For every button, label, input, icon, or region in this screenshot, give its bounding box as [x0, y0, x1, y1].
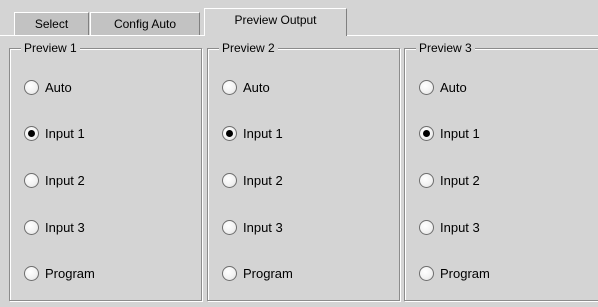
radio-label: Input 3	[243, 219, 283, 235]
radio-label: Input 2	[440, 172, 480, 188]
radio-label: Input 3	[45, 219, 85, 235]
radio-button[interactable]	[222, 265, 237, 281]
radio-button[interactable]	[419, 219, 434, 235]
preview-3-option-input-1[interactable]: Input 1	[419, 123, 480, 143]
preview-2-group: Preview 2 Auto Input 1 Input 2 Input 3 P…	[207, 41, 400, 301]
preview-1-option-input-2[interactable]: Input 2	[24, 170, 85, 190]
preview-1-option-input-1[interactable]: Input 1	[24, 123, 85, 143]
radio-label: Input 2	[243, 172, 283, 188]
group-title: Preview 1	[21, 41, 80, 55]
preview-1-group: Preview 1 Auto Input 1 Input 2 Input 3 P…	[9, 41, 202, 301]
radio-label: Program	[243, 265, 293, 281]
radio-button[interactable]	[24, 172, 39, 188]
radio-button[interactable]	[24, 265, 39, 281]
tab-preview-output[interactable]: Preview Output	[204, 8, 347, 36]
radio-button[interactable]	[222, 219, 237, 235]
preview-2-option-auto[interactable]: Auto	[222, 77, 270, 97]
radio-label: Program	[440, 265, 490, 281]
radio-button-checked[interactable]	[419, 125, 434, 141]
radio-button-checked[interactable]	[222, 125, 237, 141]
radio-label: Input 2	[45, 172, 85, 188]
radio-button-checked[interactable]	[24, 125, 39, 141]
radio-label: Auto	[440, 79, 467, 95]
tab-select[interactable]: Select	[14, 12, 89, 35]
radio-label: Auto	[243, 79, 270, 95]
group-title: Preview 3	[416, 41, 475, 55]
preview-3-option-input-2[interactable]: Input 2	[419, 170, 480, 190]
preview-2-option-input-3[interactable]: Input 3	[222, 217, 283, 237]
preview-2-option-input-1[interactable]: Input 1	[222, 123, 283, 143]
radio-button[interactable]	[222, 79, 237, 95]
radio-label: Input 1	[440, 125, 480, 141]
preview-2-option-program[interactable]: Program	[222, 263, 293, 283]
radio-label: Input 1	[243, 125, 283, 141]
preview-3-option-program[interactable]: Program	[419, 263, 490, 283]
preview-1-option-program[interactable]: Program	[24, 263, 95, 283]
preview-3-option-auto[interactable]: Auto	[419, 77, 467, 97]
preview-1-option-input-3[interactable]: Input 3	[24, 217, 85, 237]
radio-label: Input 1	[45, 125, 85, 141]
radio-label: Input 3	[440, 219, 480, 235]
preview-2-option-input-2[interactable]: Input 2	[222, 170, 283, 190]
radio-button[interactable]	[419, 265, 434, 281]
radio-button[interactable]	[419, 79, 434, 95]
preview-1-option-auto[interactable]: Auto	[24, 77, 72, 97]
radio-label: Program	[45, 265, 95, 281]
group-title: Preview 2	[219, 41, 278, 55]
radio-label: Auto	[45, 79, 72, 95]
radio-button[interactable]	[24, 79, 39, 95]
preview-3-option-input-3[interactable]: Input 3	[419, 217, 480, 237]
radio-button[interactable]	[24, 219, 39, 235]
preview-3-group: Preview 3 Auto Input 1 Input 2 Input 3 P…	[404, 41, 598, 301]
tab-bar: Select Config Auto Preview Output	[0, 0, 598, 36]
radio-button[interactable]	[419, 172, 434, 188]
radio-button[interactable]	[222, 172, 237, 188]
tab-config-auto[interactable]: Config Auto	[90, 12, 200, 35]
